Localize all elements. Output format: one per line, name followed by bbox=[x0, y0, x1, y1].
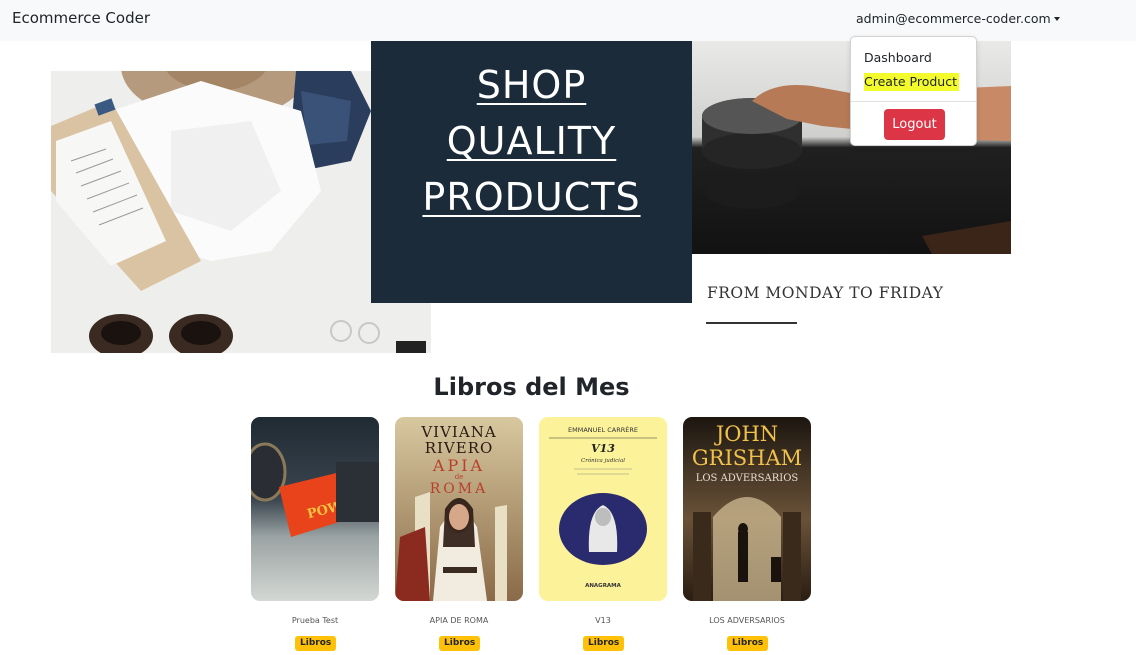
category-badge: Libros bbox=[583, 636, 625, 651]
hero-line-products: PRODUCTS bbox=[422, 175, 641, 219]
prueba-test-cover: POWER bbox=[251, 417, 379, 601]
cover-publisher: ANAGRAMA bbox=[585, 583, 622, 589]
cover-title-2: de bbox=[455, 473, 464, 481]
cover-author: EMMANUEL CARRÈRE bbox=[568, 425, 638, 434]
book-title: APIA DE ROMA bbox=[429, 616, 489, 625]
category-badge: Libros bbox=[439, 636, 481, 651]
dropdown-divider bbox=[851, 101, 976, 102]
category-badge: Libros bbox=[295, 636, 337, 651]
subtitle-underline bbox=[706, 322, 797, 324]
navbar: Ecommerce Coder admin@ecommerce-coder.co… bbox=[0, 0, 1136, 41]
cover-title-3: ROMA bbox=[430, 481, 488, 497]
hero-line-quality: QUALITY bbox=[446, 119, 617, 163]
book-cover-image[interactable]: POWER bbox=[251, 417, 379, 601]
category-badge: Libros bbox=[727, 636, 769, 651]
los-adversarios-cover: JOHN GRISHAM LOS ADVERSARIOS bbox=[683, 417, 811, 601]
apia-de-roma-cover: VIVIANA RIVERO APIA de ROMA bbox=[395, 417, 523, 601]
user-menu-toggle[interactable]: admin@ecommerce-coder.com bbox=[856, 11, 1060, 26]
cover-author-last: RIVERO bbox=[425, 439, 494, 457]
cover-author-last: GRISHAM bbox=[692, 446, 802, 470]
hero-headline: SHOP QUALITY PRODUCTS bbox=[371, 57, 692, 225]
hero-subtitle: FROM MONDAY TO FRIDAY bbox=[707, 284, 944, 302]
cover-title: LOS ADVERSARIOS bbox=[696, 473, 799, 484]
hero-line-shop: SHOP bbox=[476, 63, 587, 107]
book-title: V13 bbox=[595, 616, 611, 625]
user-email: admin@ecommerce-coder.com bbox=[856, 11, 1051, 26]
hero-headline-panel: SHOP QUALITY PRODUCTS bbox=[371, 41, 692, 303]
book-cover-image[interactable]: VIVIANA RIVERO APIA de ROMA bbox=[395, 417, 523, 601]
user-dropdown-menu: Dashboard Create Product Logout bbox=[850, 36, 977, 146]
section-title: Libros del Mes bbox=[433, 373, 630, 401]
dropdown-item-create-product[interactable]: Create Product bbox=[864, 73, 959, 91]
dropdown-item-dashboard[interactable]: Dashboard bbox=[864, 50, 932, 65]
logout-button[interactable]: Logout bbox=[884, 109, 945, 140]
book-title: Prueba Test bbox=[291, 616, 339, 625]
cover-subtitle: Crónica judicial bbox=[581, 457, 625, 464]
book-cover-image[interactable]: EMMANUEL CARRÈRE V13 Crónica judicial AN… bbox=[539, 417, 667, 601]
book-cover-image[interactable]: JOHN GRISHAM LOS ADVERSARIOS bbox=[683, 417, 811, 601]
brand-link[interactable]: Ecommerce Coder bbox=[12, 9, 150, 27]
cover-title: V13 bbox=[591, 442, 615, 455]
caret-down-icon bbox=[1053, 17, 1060, 21]
cover-author-first: JOHN bbox=[714, 422, 778, 446]
v13-cover: EMMANUEL CARRÈRE V13 Crónica judicial AN… bbox=[539, 417, 667, 601]
book-title: LOS ADVERSARIOS bbox=[709, 616, 785, 625]
